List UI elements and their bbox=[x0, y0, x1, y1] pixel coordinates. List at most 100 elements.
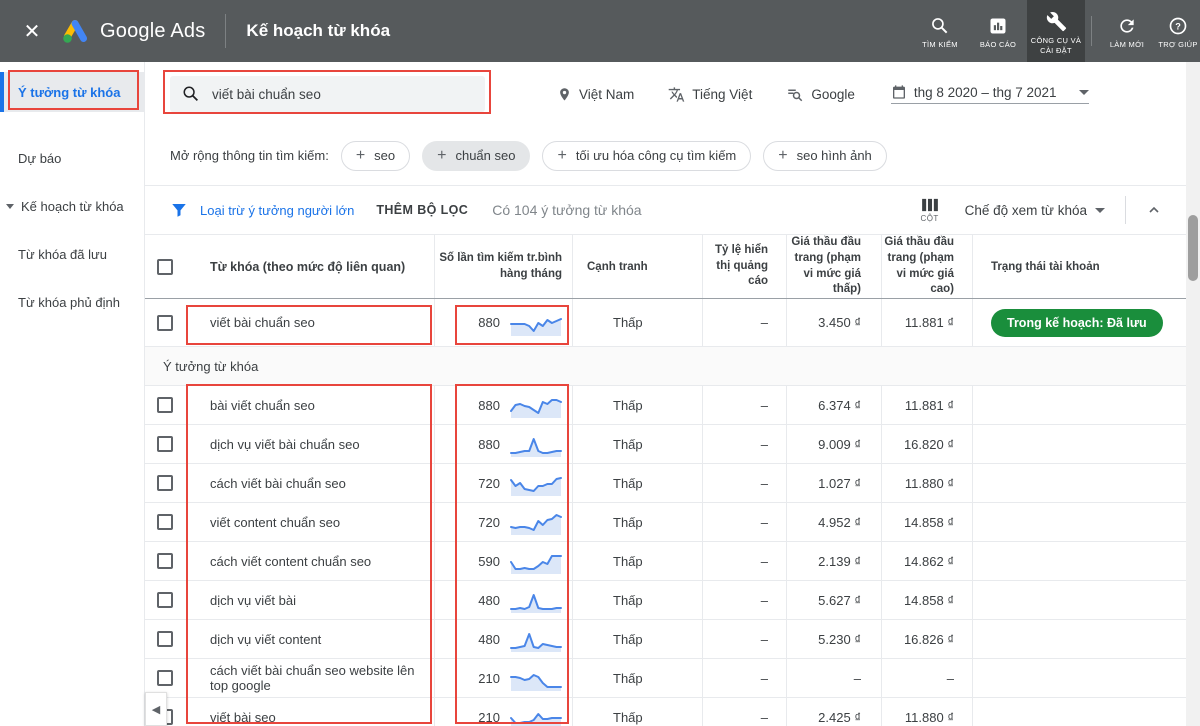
keyword-view-dropdown[interactable]: Chế độ xem từ khóa bbox=[965, 203, 1105, 218]
volume-cell: 210 bbox=[435, 659, 573, 697]
keyword-search-box[interactable] bbox=[170, 76, 485, 112]
chip-seo-hinh-anh[interactable]: +seo hình ảnh bbox=[763, 141, 887, 171]
account-status-cell bbox=[973, 503, 1186, 541]
sidebar-item-negative-keywords[interactable]: Từ khóa phủ định bbox=[0, 282, 144, 322]
refresh-action-button[interactable]: Làm mới bbox=[1098, 0, 1156, 62]
search-toolbar: Việt Nam Tiếng Việt Google thg 8 2020 – … bbox=[145, 62, 1186, 126]
horizontal-scroll-left-button[interactable]: ◀ bbox=[145, 692, 167, 726]
row-checkbox[interactable] bbox=[157, 670, 173, 686]
high-bid-cell: 14.858 ₫ bbox=[882, 581, 973, 619]
row-checkbox[interactable] bbox=[157, 315, 173, 331]
vertical-scrollbar[interactable] bbox=[1186, 62, 1200, 726]
vertical-scrollbar-thumb[interactable] bbox=[1188, 215, 1198, 281]
columns-button[interactable]: CỘT bbox=[921, 198, 939, 223]
table-row[interactable]: cách viết content chuẩn seo 590 Thấp – 2… bbox=[145, 542, 1186, 581]
search-action-button[interactable]: Tìm kiếm bbox=[911, 0, 969, 62]
language-selector[interactable]: Tiếng Việt bbox=[668, 86, 752, 103]
chip-seo[interactable]: +seo bbox=[341, 141, 410, 171]
page-title: Kế hoạch từ khóa bbox=[246, 21, 390, 41]
volume-cell: 880 bbox=[435, 386, 573, 424]
date-range-selector[interactable]: thg 8 2020 – thg 7 2021 bbox=[891, 84, 1089, 104]
chip-chuan-seo[interactable]: + chuẩn seo bbox=[422, 141, 530, 171]
row-checkbox[interactable] bbox=[157, 592, 173, 608]
row-checkbox[interactable] bbox=[157, 475, 173, 491]
chip-toi-uu-hoa[interactable]: + tối ưu hóa công cụ tìm kiếm bbox=[542, 141, 751, 171]
keyword-cell: dịch vụ viết content bbox=[185, 620, 435, 658]
keyword-search-input[interactable] bbox=[212, 87, 462, 102]
calendar-icon bbox=[891, 84, 907, 100]
reports-action-button[interactable]: Báo cáo bbox=[969, 0, 1027, 62]
header-account-status[interactable]: Trạng thái tài khoản bbox=[973, 235, 1186, 298]
row-checkbox[interactable] bbox=[157, 436, 173, 452]
competition-value: Thấp bbox=[613, 710, 643, 725]
plus-icon: + bbox=[557, 147, 566, 165]
header-high-bid[interactable]: Giá thầu đầu trang (phạm vi mức giá cao) bbox=[882, 235, 973, 298]
row-checkbox-cell bbox=[145, 386, 185, 424]
competition-cell: Thấp bbox=[573, 542, 703, 580]
table-row[interactable]: dịch vụ viết content 480 Thấp – 5.230 ₫ … bbox=[145, 620, 1186, 659]
ad-share-value: – bbox=[761, 515, 768, 530]
chip-label: tối ưu hóa công cụ tìm kiếm bbox=[576, 148, 736, 163]
collapse-panel-button[interactable] bbox=[1146, 202, 1162, 218]
volume-cell: 480 bbox=[435, 620, 573, 658]
location-selector[interactable]: Việt Nam bbox=[557, 87, 634, 102]
sidebar-item-forecasts[interactable]: Dự báo bbox=[0, 138, 144, 178]
ad-share-cell: – bbox=[703, 386, 787, 424]
chip-label: seo bbox=[374, 148, 395, 163]
account-status-cell bbox=[973, 542, 1186, 580]
competition-value: Thấp bbox=[613, 593, 643, 608]
competition-cell: Thấp bbox=[573, 659, 703, 697]
row-checkbox[interactable] bbox=[157, 631, 173, 647]
header-competition[interactable]: Cạnh tranh bbox=[573, 235, 703, 298]
tools-settings-action-button[interactable]: Công cụ và cài đặt bbox=[1027, 0, 1085, 62]
high-bid-value: 16.826 ₫ bbox=[904, 632, 954, 647]
ad-share-value: – bbox=[761, 437, 768, 452]
action-label: Làm mới bbox=[1110, 40, 1144, 49]
table-row[interactable]: dịch vụ viết bài chuẩn seo 880 Thấp – 9.… bbox=[145, 425, 1186, 464]
header-keyword[interactable]: Từ khóa (theo mức độ liên quan) bbox=[185, 235, 435, 298]
volume-cell: 720 bbox=[435, 464, 573, 502]
low-bid-value: 3.450 ₫ bbox=[818, 315, 861, 330]
table-row[interactable]: bài viết chuẩn seo 880 Thấp – 6.374 ₫ 11… bbox=[145, 386, 1186, 425]
row-checkbox[interactable] bbox=[157, 397, 173, 413]
plus-icon: + bbox=[437, 147, 446, 165]
select-all-checkbox[interactable] bbox=[157, 259, 173, 275]
exclude-adult-ideas-link[interactable]: Loại trừ ý tưởng người lớn bbox=[200, 203, 354, 218]
low-bid-cell: 5.230 ₫ bbox=[787, 620, 882, 658]
header-volume[interactable]: Số lần tìm kiếm tr.bình hàng tháng bbox=[435, 235, 573, 298]
filter-bar: Loại trừ ý tưởng người lớn THÊM BỘ LỌC C… bbox=[145, 186, 1186, 235]
table-row[interactable]: cách viết bài chuẩn seo 720 Thấp – 1.027… bbox=[145, 464, 1186, 503]
keyword-text: dịch vụ viết content bbox=[210, 632, 321, 647]
table-row[interactable]: cách viết bài chuẩn seo website lên top … bbox=[145, 659, 1186, 698]
table-row[interactable]: viết content chuẩn seo 720 Thấp – 4.952 … bbox=[145, 503, 1186, 542]
add-filter-button[interactable]: THÊM BỘ LỌC bbox=[376, 203, 468, 217]
plus-icon: + bbox=[778, 147, 787, 165]
table-row[interactable]: viết bài chuẩn seo 880 Thấp – 3.450 ₫ 11… bbox=[145, 299, 1186, 347]
volume-value: 880 bbox=[478, 437, 500, 452]
close-icon[interactable]: ✕ bbox=[18, 19, 46, 44]
row-checkbox[interactable] bbox=[157, 514, 173, 530]
help-action-button[interactable]: ? Trợ giúp bbox=[1156, 0, 1200, 62]
ad-share-cell: – bbox=[703, 659, 787, 697]
high-bid-value: 16.820 ₫ bbox=[904, 437, 954, 452]
header-ad-share[interactable]: Tỷ lệ hiển thị quảng cáo bbox=[703, 235, 787, 298]
header-low-bid[interactable]: Giá thầu đầu trang (phạm vi mức giá thấp… bbox=[787, 235, 882, 298]
sidebar-item-keyword-ideas[interactable]: Ý tưởng từ khóa bbox=[0, 72, 144, 112]
high-bid-cell: 16.820 ₫ bbox=[882, 425, 973, 463]
row-checkbox[interactable] bbox=[157, 553, 173, 569]
trend-sparkline bbox=[510, 664, 562, 692]
network-selector[interactable]: Google bbox=[786, 85, 855, 103]
keyword-cell: bài viết chuẩn seo bbox=[185, 386, 435, 424]
table-row[interactable]: viết bài seo 210 Thấp – 2.425 ₫ 11.880 ₫ bbox=[145, 698, 1186, 726]
trend-sparkline bbox=[510, 391, 562, 419]
sidebar-item-saved-keywords[interactable]: Từ khóa đã lưu bbox=[0, 234, 144, 274]
chip-label: chuẩn seo bbox=[455, 148, 515, 163]
filter-bar-right: CỘT Chế độ xem từ khóa bbox=[921, 196, 1186, 224]
location-pin-icon bbox=[557, 87, 572, 102]
topbar-divider bbox=[225, 14, 226, 48]
sidebar-item-keyword-plan[interactable]: Kế hoạch từ khóa bbox=[0, 186, 144, 226]
keyword-cell: viết content chuẩn seo bbox=[185, 503, 435, 541]
action-label: Công cụ và cài đặt bbox=[1027, 36, 1085, 55]
table-row[interactable]: dịch vụ viết bài 480 Thấp – 5.627 ₫ 14.8… bbox=[145, 581, 1186, 620]
row-checkbox-cell bbox=[145, 299, 185, 346]
